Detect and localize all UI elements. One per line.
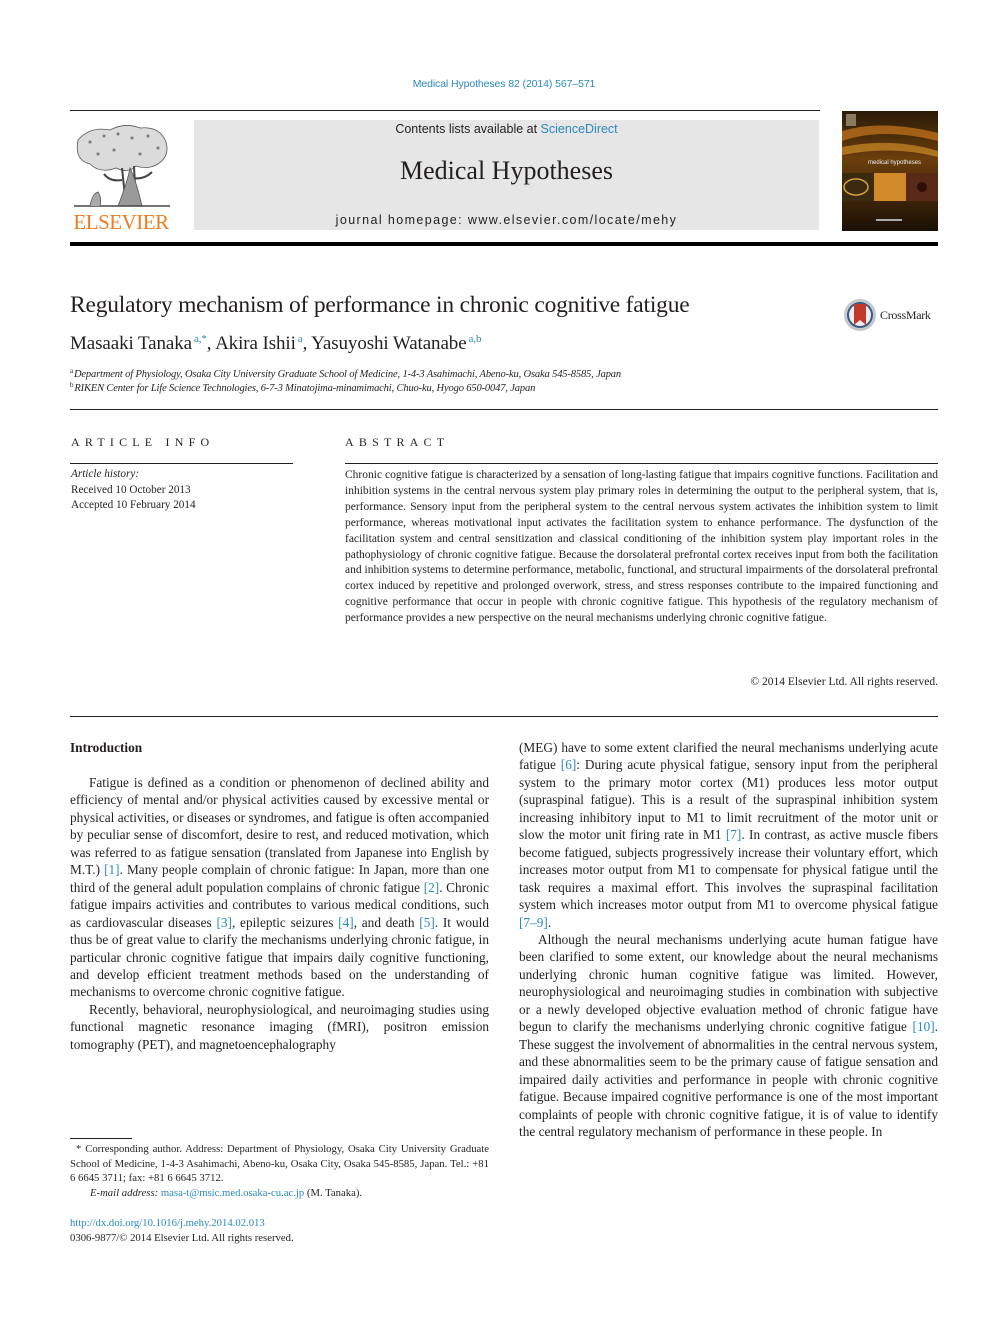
header-thick-rule [70,242,938,246]
citation-link[interactable]: [7–9] [519,915,548,930]
abstract-copyright: © 2014 Elsevier Ltd. All rights reserved… [750,676,938,688]
author-separator: , [206,333,216,354]
abstract-text: Chronic cognitive fatigue is characteriz… [345,469,938,625]
citation-link[interactable]: [5] [419,915,435,930]
paragraph: Recently, behavioral, neurophysiological… [70,1001,489,1052]
crossmark-icon [844,299,876,331]
affiliation-label: b [70,381,74,389]
contents-prefix: Contents lists available at [395,122,541,136]
homepage-prefix: journal homepage: [335,213,468,227]
article-history: Article history: Received 10 October 201… [71,467,196,514]
doi-link[interactable]: http://dx.doi.org/10.1016/j.mehy.2014.02… [70,1216,294,1231]
abstract-heading: ABSTRACT [345,435,450,449]
author-name[interactable]: Masaaki Tanaka [70,333,192,354]
header-top-rule [70,110,820,111]
article-title: Regulatory mechanism of performance in c… [70,292,690,318]
citation-link[interactable]: [3] [216,915,232,930]
sciencedirect-link[interactable]: ScienceDirect [541,122,618,136]
accepted-date: Accepted 10 February 2014 [71,499,196,511]
citation-link[interactable]: [10] [913,1019,935,1034]
email-suffix: (M. Tanaka). [304,1186,363,1199]
cover-title: medical hypotheses [868,160,921,166]
article-info-heading: ARTICLE INFO [71,435,215,449]
journal-name: Medical Hypotheses [399,156,613,185]
article-info-rule [70,463,293,464]
body-column-right: (MEG) have to some extent clarified the … [519,739,938,1140]
history-label: Article history: [71,468,140,480]
author-name[interactable]: Akira Ishii [215,333,296,354]
citation-link[interactable]: [1] [104,862,120,877]
email-line: E-mail address: masa-t@msic.med.osaka-cu… [70,1186,489,1201]
paragraph: (MEG) have to some extent clarified the … [519,740,938,930]
journal-cover-thumbnail[interactable]: medical hypotheses [842,111,938,231]
journal-citation-link[interactable]: Medical Hypotheses 82 (2014) 567–571 [0,78,992,90]
cover-image: medical hypotheses [842,111,938,231]
author-affiliation-marker[interactable]: a,* [194,333,207,345]
tree-icon [74,125,170,207]
body-column-left: Fatigue is defined as a condition or phe… [70,774,489,1053]
elsevier-wordmark[interactable]: ELSEVIER [70,210,172,235]
homepage-url-link[interactable]: www.elsevier.com/locate/mehy [468,213,677,227]
author-name[interactable]: Yasuyoshi Watanabe [311,333,466,354]
affiliation-text: RIKEN Center for Life Science Technologi… [74,383,536,394]
journal-homepage-line: journal homepage: www.elsevier.com/locat… [194,213,819,227]
abstract-rule [345,463,938,464]
introduction-heading: Introduction [70,740,143,755]
journal-masthead: Contents lists available at ScienceDirec… [194,120,819,230]
corresponding-author-footnote: * Corresponding author. Address: Departm… [70,1142,489,1200]
author-affiliation-marker[interactable]: a,b [469,333,482,345]
citation-link[interactable]: [2] [424,880,440,895]
author-list: Masaaki Tanaka a,*, Akira Ishii a, Yasuyos… [70,333,481,355]
corresponding-author-text: * Corresponding author. Address: Departm… [70,1143,489,1184]
crossmark-label: CrossMark [880,307,931,322]
author-separator: , [302,333,312,354]
citation-link[interactable]: [6] [561,757,577,772]
received-date: Received 10 October 2013 [71,483,191,496]
affiliation-text: Department of Physiology, Osaka City Uni… [73,369,621,380]
email-label: E-mail address: [90,1186,161,1199]
affiliation-b: bRIKEN Center for Life Science Technolog… [70,381,535,394]
paragraph: Although the neural mechanisms underlyin… [519,931,938,1139]
email-link[interactable]: masa-t@msic.med.osaka-cu.ac.jp [161,1187,304,1199]
citation-link[interactable]: [7] [726,827,742,842]
issn-copyright: 0306-9877/© 2014 Elsevier Ltd. All right… [70,1232,294,1244]
paragraph: Fatigue is defined as a condition or phe… [70,775,490,1000]
doi-block: http://dx.doi.org/10.1016/j.mehy.2014.02… [70,1216,294,1246]
affiliation-a: aDepartment of Physiology, Osaka City Un… [70,367,621,380]
crossmark-badge[interactable]: CrossMark [843,298,931,332]
affiliation-label: a [70,367,73,375]
citation-link[interactable]: [4] [338,915,354,930]
section-divider [70,716,938,717]
contents-line: Contents lists available at ScienceDirec… [194,122,819,136]
footnote-rule [70,1138,132,1139]
section-divider [70,409,938,410]
